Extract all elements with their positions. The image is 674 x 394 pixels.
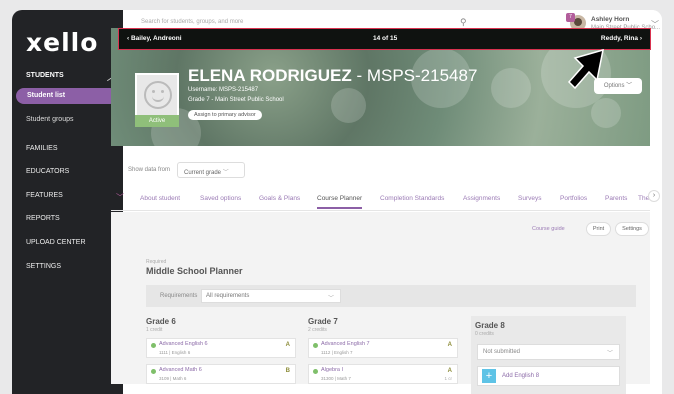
tab-completion-standards[interactable]: Completion Standards: [380, 195, 444, 202]
next-student-name: Reddy, Rina: [600, 35, 639, 42]
previous-student-name: Bailey, Andreoni: [130, 35, 182, 42]
course-meta: 31300 | Math 7: [321, 376, 351, 381]
course-name: Advanced English 7: [321, 341, 370, 347]
add-course-button[interactable]: + Add English 8: [477, 366, 620, 386]
course-meta: 3109 | Math 6: [159, 376, 187, 381]
student-name-heading: ELENA RODRIGUEZ - MSPS-215487: [188, 66, 477, 86]
student-counter: 14 of 15: [373, 35, 398, 42]
nav-features-label: FEATURES: [26, 192, 63, 199]
chevron-down-icon: ﹀: [606, 351, 613, 357]
tab-course-planner[interactable]: Course Planner: [317, 195, 363, 209]
sidebar-item-student-groups[interactable]: Student groups: [26, 116, 73, 123]
tab-portfolios[interactable]: Portfolios: [560, 195, 587, 202]
student-name: ELENA RODRIGUEZ: [188, 66, 352, 85]
chevron-down-icon[interactable]: ﹀: [651, 19, 659, 30]
status-badge: Active: [135, 115, 179, 127]
sidebar-item-label: Student list: [27, 92, 66, 99]
sidebar-item-student-list[interactable]: Student list: [16, 88, 118, 104]
grade-select-value: Current grade: [184, 170, 222, 176]
sidebar: xello STUDENTS ︿ Student list Student gr…: [12, 10, 124, 394]
requirements-value: All requirements: [206, 293, 250, 299]
next-student-link[interactable]: Reddy, Rina ›: [601, 35, 642, 42]
submission-status-select[interactable]: Not submitted ﹀: [477, 344, 620, 360]
course-grade: B: [285, 368, 290, 374]
status-dot-icon: [151, 343, 156, 348]
search-input[interactable]: Search for students, groups, and more: [141, 19, 243, 25]
tab-assignments[interactable]: Assignments: [463, 195, 500, 202]
course-grade: A: [447, 368, 452, 374]
chevron-down-icon: ﹀: [327, 296, 334, 302]
search-icon[interactable]: ⚲: [460, 17, 467, 28]
cursor-arrow-icon: [567, 48, 604, 90]
settings-button[interactable]: Settings: [615, 222, 649, 236]
status-dot-icon: [151, 369, 156, 374]
required-label: Required: [146, 259, 167, 265]
grade-8-credits: 0 credits: [475, 331, 494, 337]
grade-7-credits: 2 credits: [308, 327, 327, 333]
status-dot-icon: [313, 343, 318, 348]
student-navigation-bar: ‹ Bailey, Andreoni 14 of 15 Reddy, Rina …: [118, 28, 651, 50]
nav-features[interactable]: FEATURES ﹀: [26, 192, 124, 202]
course-card[interactable]: Advanced English 6 1111 | English 6 A: [146, 338, 296, 358]
student-grade-school: Grade 7 - Main Street Public School: [188, 97, 284, 103]
previous-student-link[interactable]: ‹ Bailey, Andreoni: [127, 35, 182, 42]
nav-educators[interactable]: EDUCATORS: [26, 168, 69, 175]
print-button[interactable]: Print: [586, 222, 611, 236]
show-data-label: Show data from: [128, 167, 171, 173]
default-avatar-icon: [144, 81, 172, 109]
grade-select[interactable]: Current grade ﹀: [177, 162, 245, 178]
submission-status-value: Not submitted: [483, 349, 521, 355]
nav-students[interactable]: STUDENTS ︿: [26, 72, 115, 82]
course-card[interactable]: Advanced English 7 1112 | English 7 A: [308, 338, 458, 358]
assign-advisor-button[interactable]: Assign to primary advisor: [188, 110, 262, 120]
planner-title: Middle School Planner: [146, 266, 243, 276]
course-grade: A: [285, 342, 290, 348]
user-name[interactable]: Ashley Horn: [591, 16, 629, 23]
nav-reports-label: REPORTS: [26, 215, 60, 222]
grade-6-title: Grade 6: [146, 317, 176, 326]
nav-upload-center[interactable]: UPLOAD CENTER: [26, 239, 86, 246]
student-photo: [135, 73, 179, 117]
requirements-bar: Requirements All requirements ﹀: [146, 285, 636, 307]
course-credit: 1 cr: [444, 376, 452, 381]
course-guide-link[interactable]: Course guide: [532, 226, 565, 232]
nav-families[interactable]: FAMILIES: [26, 145, 58, 152]
course-grade: A: [447, 342, 452, 348]
chevron-down-icon: ﹀: [222, 170, 229, 176]
tab-about-student[interactable]: About student: [140, 195, 180, 202]
options-label: Options: [603, 83, 625, 89]
plus-icon: +: [482, 369, 496, 383]
course-name: Advanced Math 6: [159, 367, 202, 373]
add-course-label: Add English 8: [502, 373, 540, 379]
tab-goals-plans[interactable]: Goals & Plans: [259, 195, 300, 202]
status-dot-icon: [313, 369, 318, 374]
course-meta: 1111 | English 6: [159, 350, 191, 355]
course-card[interactable]: Advanced Math 6 3109 | Math 6 B: [146, 364, 296, 384]
chevron-down-icon: ﹀: [626, 83, 633, 89]
requirements-label: Requirements: [160, 293, 198, 299]
notification-badge[interactable]: 7: [566, 13, 575, 22]
tab-scroll-right-button[interactable]: ›: [648, 190, 660, 202]
course-name: Algebra I: [321, 367, 344, 373]
requirements-select[interactable]: All requirements ﹀: [201, 289, 341, 303]
course-card[interactable]: Algebra I 31300 | Math 7 A 1 cr: [308, 364, 458, 384]
nav-reports[interactable]: REPORTS ﹀: [26, 215, 124, 225]
nav-students-label: STUDENTS: [26, 72, 64, 79]
nav-settings[interactable]: SETTINGS: [26, 263, 61, 270]
grade-8-title: Grade 8: [475, 321, 505, 330]
tab-bar: About student Saved options Goals & Plan…: [111, 189, 650, 211]
tab-saved-options[interactable]: Saved options: [200, 195, 241, 202]
tab-parents[interactable]: Parents: [605, 195, 627, 202]
xello-logo[interactable]: xello: [26, 28, 98, 57]
grade-7-title: Grade 7: [308, 317, 338, 326]
student-id: - MSPS-215487: [351, 66, 478, 85]
course-name: Advanced English 6: [159, 341, 208, 347]
tab-surveys[interactable]: Surveys: [518, 195, 541, 202]
course-meta: 1112 | English 7: [321, 350, 353, 355]
student-username: Username: MSPS-215487: [188, 87, 259, 93]
grade-8-column: Grade 8 0 credits Not submitted ﹀ + Add E…: [471, 316, 626, 394]
grade-6-credits: 1 credit: [146, 327, 163, 333]
